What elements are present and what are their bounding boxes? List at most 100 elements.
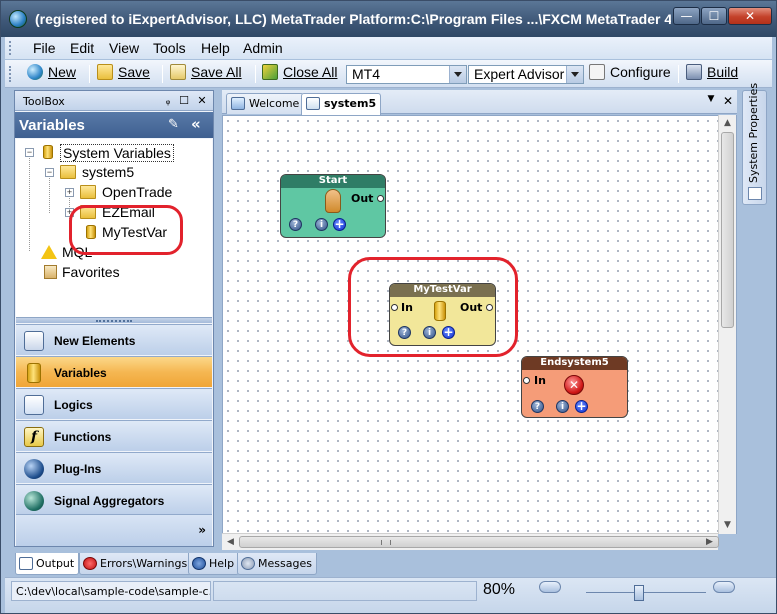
zoom-in-button[interactable] bbox=[713, 581, 735, 593]
build-button[interactable]: Build bbox=[686, 64, 738, 84]
endsystem5-node[interactable]: Endsystem5 In ✕ ? i + bbox=[521, 356, 628, 418]
expand-toggle-icon[interactable]: + bbox=[65, 188, 74, 197]
warning-icon bbox=[41, 245, 57, 259]
menu-edit[interactable]: Edit bbox=[70, 40, 94, 56]
help-icon[interactable]: ? bbox=[289, 218, 302, 231]
vertical-scrollbar[interactable]: ▲ ▼ bbox=[718, 115, 736, 534]
project-type-select[interactable]: Expert Advisor bbox=[468, 65, 584, 84]
tab-list-icon[interactable]: ▼ bbox=[704, 94, 718, 104]
scroll-down-icon[interactable]: ▼ bbox=[719, 517, 736, 534]
start-node[interactable]: Start Out ? i + bbox=[280, 174, 386, 238]
nav-signal-aggregators[interactable]: Signal Aggregators bbox=[16, 484, 212, 515]
scroll-thumb[interactable] bbox=[721, 132, 734, 328]
info-icon[interactable]: i bbox=[315, 218, 328, 231]
menu-tools[interactable]: Tools bbox=[153, 40, 186, 56]
tab-welcome[interactable]: Welcome bbox=[226, 93, 305, 114]
menu-admin[interactable]: Admin bbox=[243, 40, 283, 56]
zoom-level: 80% bbox=[483, 581, 516, 598]
favorites-icon bbox=[44, 265, 57, 279]
tab-messages[interactable]: Messages bbox=[237, 553, 317, 575]
side-panel-title: System Properties bbox=[747, 82, 760, 183]
tree-item-system5[interactable]: − system5 bbox=[40, 164, 210, 182]
chevron-down-icon[interactable] bbox=[566, 66, 583, 83]
add-icon[interactable]: + bbox=[575, 400, 588, 413]
stop-icon: ✕ bbox=[564, 375, 584, 395]
tab-output[interactable]: Output bbox=[15, 553, 80, 575]
close-icon[interactable]: ✕ bbox=[196, 94, 208, 107]
menu-file[interactable]: File bbox=[33, 40, 56, 56]
tree-label: Favorites bbox=[62, 264, 120, 280]
save-all-label: Save All bbox=[191, 64, 242, 80]
horizontal-scrollbar[interactable]: ◀ ▶ bbox=[222, 533, 719, 550]
zoom-slider-thumb[interactable] bbox=[634, 585, 644, 601]
tab-label: Help bbox=[209, 557, 235, 570]
tab-label: system5 bbox=[324, 97, 377, 110]
status-path: C:\dev\local\sample-code\sample-c... bbox=[11, 581, 211, 601]
highlight-ring-node bbox=[348, 257, 518, 357]
node-title: Start bbox=[281, 175, 385, 188]
tab-errors-warnings[interactable]: Errors\Warnings bbox=[79, 553, 193, 575]
chevron-down-icon[interactable] bbox=[449, 66, 466, 83]
nav-plug-ins[interactable]: Plug-Ins bbox=[16, 452, 212, 483]
save-button[interactable]: Save bbox=[97, 64, 150, 84]
toolbar-grip-icon[interactable] bbox=[9, 66, 13, 82]
document-tab-strip: Welcome system5 ▼ ✕ bbox=[222, 90, 737, 115]
folder-icon bbox=[97, 64, 113, 80]
tree-item-opentrade[interactable]: + OpenTrade bbox=[60, 184, 210, 202]
add-icon[interactable]: + bbox=[333, 218, 346, 231]
function-icon: f bbox=[24, 427, 44, 447]
nav-logics[interactable]: Logics bbox=[16, 388, 212, 419]
scroll-thumb[interactable] bbox=[239, 536, 719, 548]
chevron-right-icon[interactable]: » bbox=[198, 523, 206, 537]
nav-variables[interactable]: Variables bbox=[16, 356, 212, 387]
scroll-up-icon[interactable]: ▲ bbox=[719, 115, 736, 132]
menu-help[interactable]: Help bbox=[201, 40, 230, 56]
collapse-toggle-icon[interactable]: − bbox=[25, 148, 34, 157]
save-all-button[interactable]: Save All bbox=[170, 64, 242, 84]
nav-label: New Elements bbox=[54, 334, 136, 348]
tree-item-system-variables[interactable]: − System Variables bbox=[20, 144, 210, 162]
help-icon bbox=[192, 557, 206, 570]
close-window-button[interactable]: ✕ bbox=[728, 7, 772, 25]
maximize-button[interactable]: ☐ bbox=[701, 7, 727, 25]
tab-help[interactable]: Help bbox=[188, 553, 240, 575]
menu-grip-icon[interactable] bbox=[9, 41, 13, 55]
zoom-slider-track[interactable] bbox=[586, 592, 706, 593]
system-properties-tab[interactable]: System Properties bbox=[742, 83, 767, 205]
in-port-connector[interactable] bbox=[523, 377, 530, 384]
collapse-toggle-icon[interactable]: − bbox=[45, 168, 54, 177]
configure-icon bbox=[589, 64, 605, 80]
pin-icon[interactable]: ᵩ bbox=[162, 94, 174, 107]
configure-button[interactable]: Configure bbox=[589, 64, 671, 84]
tab-system5[interactable]: system5 bbox=[301, 93, 382, 115]
output-icon bbox=[19, 557, 33, 570]
toolbar-separator bbox=[89, 65, 90, 83]
bottom-tab-strip: Output Errors\Warnings Help Messages bbox=[14, 553, 774, 575]
close-tab-icon[interactable]: ✕ bbox=[721, 94, 735, 108]
menu-view[interactable]: View bbox=[109, 40, 139, 56]
zoom-out-button[interactable] bbox=[539, 581, 561, 593]
scroll-right-icon[interactable]: ▶ bbox=[701, 534, 718, 550]
tree-item-favorites[interactable]: Favorites bbox=[20, 264, 210, 282]
close-all-label: Close All bbox=[283, 64, 338, 80]
platform-select[interactable]: MT4 bbox=[346, 65, 467, 84]
close-all-button[interactable]: Close All bbox=[262, 64, 337, 84]
info-icon[interactable]: i bbox=[556, 400, 569, 413]
tab-label: Messages bbox=[258, 557, 312, 570]
panel-splitter[interactable] bbox=[16, 317, 212, 323]
nav-functions[interactable]: f Functions bbox=[16, 420, 212, 451]
minimize-button[interactable]: — bbox=[673, 7, 700, 25]
nav-new-elements[interactable]: New Elements bbox=[16, 324, 212, 355]
eraser-icon[interactable]: ✎ bbox=[168, 117, 179, 132]
scroll-left-icon[interactable]: ◀ bbox=[222, 534, 239, 550]
float-icon[interactable]: ☐ bbox=[178, 94, 190, 107]
out-port-connector[interactable] bbox=[377, 195, 384, 202]
collapse-icon[interactable]: « bbox=[191, 115, 201, 133]
title-bar[interactable]: (registered to iExpertAdvisor, LLC) Meta… bbox=[1, 1, 776, 37]
folder-icon bbox=[60, 165, 76, 179]
help-icon[interactable]: ? bbox=[531, 400, 544, 413]
new-button[interactable]: New bbox=[27, 64, 76, 84]
database-icon bbox=[27, 363, 41, 383]
project-type-value: Expert Advisor bbox=[474, 66, 565, 82]
in-port-label: In bbox=[534, 374, 546, 387]
